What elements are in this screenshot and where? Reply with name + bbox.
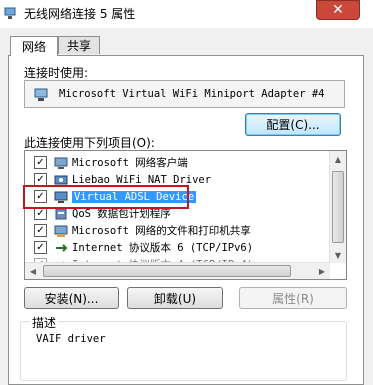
network-client-icon bbox=[54, 157, 68, 169]
list-item[interactable]: ✓ Internet 协议版本 6 (TCP/IPv6) bbox=[25, 239, 325, 256]
item-checkbox[interactable]: ✓ bbox=[34, 241, 47, 254]
uninstall-button[interactable]: 卸载(U) bbox=[127, 287, 223, 309]
file-printer-sharing-icon bbox=[54, 225, 68, 237]
tab-network[interactable]: 网络 bbox=[10, 36, 58, 56]
item-label: Microsoft 网络的文件和打印机共享 bbox=[72, 225, 251, 237]
vertical-scroll-thumb[interactable] bbox=[332, 171, 344, 243]
adapter-name: Microsoft Virtual WiFi Miniport Adapter … bbox=[59, 88, 325, 100]
horizontal-scrollbar[interactable]: ◀ ▶ bbox=[25, 262, 330, 279]
vertical-scrollbar[interactable]: ▲ ▼ bbox=[329, 151, 346, 263]
annotation-highlight-box bbox=[23, 185, 189, 209]
items-list[interactable]: ✓ Microsoft 网络客户端 ✓ Liebao WiFi NAT Driv… bbox=[24, 150, 347, 280]
items-label: 此连接使用下列项目(O): bbox=[24, 136, 155, 150]
network-icon bbox=[4, 7, 16, 19]
network-adapter-icon bbox=[34, 88, 48, 101]
item-label: Liebao WiFi NAT Driver bbox=[72, 173, 212, 186]
protocol-icon bbox=[56, 243, 68, 252]
item-label: Internet 协议版本 6 (TCP/IPv6) bbox=[72, 242, 254, 254]
list-item[interactable]: ✓ Microsoft 网络客户端 bbox=[25, 154, 325, 171]
item-checkbox[interactable]: ✓ bbox=[34, 224, 47, 237]
horizontal-scroll-thumb[interactable] bbox=[43, 265, 291, 277]
item-checkbox[interactable]: ✓ bbox=[34, 156, 47, 169]
description-text: VAIF driver bbox=[36, 333, 106, 345]
scroll-right-icon[interactable]: ▶ bbox=[314, 263, 330, 279]
scroll-left-icon[interactable]: ◀ bbox=[25, 263, 41, 279]
close-button[interactable]: ✕ bbox=[316, 0, 360, 20]
connect-using-label: 连接时使用: bbox=[24, 66, 89, 80]
description-group bbox=[20, 321, 347, 381]
tab-sharing[interactable]: 共享 bbox=[58, 36, 100, 54]
install-button[interactable]: 安装(N)... bbox=[24, 287, 119, 309]
list-item[interactable]: ✓ Microsoft 网络的文件和打印机共享 bbox=[25, 222, 325, 239]
item-label: Microsoft 网络客户端 bbox=[72, 157, 188, 169]
adapter-field: Microsoft Virtual WiFi Miniport Adapter … bbox=[24, 80, 345, 108]
properties-button[interactable]: 属性(R) bbox=[239, 287, 347, 309]
window-title: 无线网络连接 5 属性 bbox=[24, 7, 136, 21]
scroll-down-icon[interactable]: ▼ bbox=[330, 247, 346, 263]
configure-button[interactable]: 配置(C)... bbox=[245, 113, 341, 136]
scroll-up-icon[interactable]: ▲ bbox=[330, 151, 346, 167]
close-icon: ✕ bbox=[332, 2, 344, 18]
description-label: 描述 bbox=[30, 314, 59, 331]
